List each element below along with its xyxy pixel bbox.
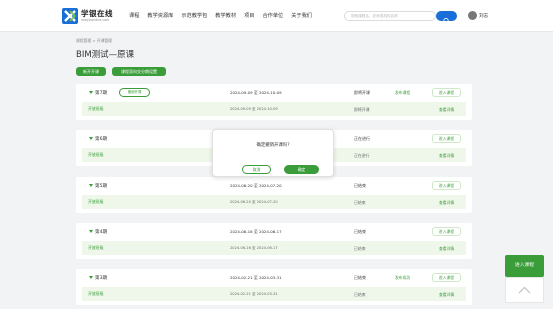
term-status: 已结束 [354, 229, 366, 234]
class-row: 开放班级 2024-06-20 至 2024-07-20 已结束 查看详情 [82, 195, 466, 209]
class-status: 即将开课 [354, 107, 370, 112]
new-term-button[interactable]: 新开开课 [76, 67, 106, 76]
term-dates: 2024-02-21 至 2024-03-31 [230, 275, 282, 280]
view-details-link[interactable]: 查看详情 [439, 246, 454, 252]
class-dates: 2024-06-20 至 2024-07-20 [230, 200, 278, 204]
chevron-down-icon[interactable] [89, 91, 93, 94]
nav-item-demo-packages[interactable]: 示范教学包 [181, 12, 207, 19]
term-dates: 2024-06-16 至 2024-06-17 [230, 229, 282, 234]
class-status: 正在进行 [354, 153, 370, 158]
top-header: 学银在线 xueyinonline.com 课程 教学资源库 示范教学包 教学教… [0, 0, 553, 32]
term-card: 第4期 2024-06-16 至 2024-06-17 已结束 进入课程 开放班… [76, 223, 472, 259]
term-status: 已结束 [354, 275, 366, 280]
search-icon [443, 17, 450, 24]
nav-item-about[interactable]: 关于我们 [291, 12, 312, 19]
nav-item-courses[interactable]: 课程 [129, 12, 139, 19]
term-card: 第3期 2024-02-21 至 2024-03-31 已结束 发布成功 进入课… [76, 269, 472, 305]
class-status: 已结束 [354, 200, 366, 205]
class-name: 开放班级 [88, 199, 104, 204]
term-card: 第7期 撤销开课 2024-09-09 至 2024-10-09 即将开课 发布… [76, 84, 472, 120]
term-dates: 2024-06-20 至 2024-07-20 [230, 183, 282, 188]
class-status: 已结束 [354, 292, 366, 297]
confirm-button[interactable]: 确定 [284, 165, 319, 174]
chevron-down-icon[interactable] [89, 184, 93, 187]
chevron-down-icon[interactable] [89, 137, 93, 140]
chevron-down-icon[interactable] [89, 276, 93, 279]
class-row: 开放班级 2024-02-21 至 2024-03-31 已结束 查看详情 [82, 287, 466, 301]
search-button[interactable] [436, 11, 457, 24]
term-name: 第4期 [95, 230, 108, 235]
enter-course-button[interactable]: 进入课程 [432, 134, 461, 143]
class-status: 已结束 [354, 246, 366, 251]
batch-settings-button[interactable]: 课程双向交分期设置 [112, 67, 166, 76]
term-status: 即将开课 [354, 90, 370, 95]
enter-course-button[interactable]: 进入课程 [432, 88, 461, 97]
class-row: 开放班级 2024-09-09 至 2024-10-09 即将开课 查看详情 [82, 102, 466, 116]
term-header[interactable]: 第3期 2024-02-21 至 2024-03-31 已结束 发布成功 进入课… [76, 269, 472, 287]
search-input[interactable]: 搜索课程名、老师或机构名称 [344, 11, 436, 21]
nav-item-resources[interactable]: 教学资源库 [147, 12, 173, 19]
float-enter-course-button[interactable]: 进入课程 [505, 255, 544, 277]
term-dates: 2024-09-09 至 2024-10-09 [230, 90, 282, 95]
avatar[interactable] [468, 11, 477, 20]
enter-course-button[interactable]: 进入课程 [432, 227, 461, 236]
term-header[interactable]: 第7期 撤销开课 2024-09-09 至 2024-10-09 即将开课 发布… [76, 84, 472, 102]
chevron-up-icon [518, 286, 531, 294]
class-name: 开放班级 [88, 291, 104, 296]
view-details-link[interactable]: 查看详情 [439, 153, 454, 159]
class-name: 开放班级 [88, 245, 104, 250]
breadcrumb[interactable]: 课程管理 > 开课管理 [76, 38, 112, 44]
publish-course-link[interactable]: 发布课程 [395, 90, 410, 96]
enter-course-button[interactable]: 进入课程 [432, 273, 461, 282]
username[interactable]: 刘志 [479, 13, 488, 19]
cancel-button[interactable]: 取消 [242, 165, 271, 174]
class-row: 开放班级 2024-06-16 至 2024-06-17 已结束 查看详情 [82, 241, 466, 255]
term-name: 第3期 [95, 276, 108, 281]
nav-item-projects[interactable]: 项目 [244, 12, 254, 19]
revoke-term-button[interactable]: 撤销开课 [119, 88, 150, 97]
class-dates: 2024-06-16 至 2024-06-17 [230, 246, 278, 250]
term-status: 正在进行 [354, 136, 370, 141]
logo-icon[interactable] [62, 8, 78, 24]
view-details-link[interactable]: 查看详情 [439, 107, 454, 113]
main-nav: 课程 教学资源库 示范教学包 教学教材 项目 合作单位 关于我们 [129, 12, 312, 19]
term-status: 已结束 [354, 183, 366, 188]
nav-item-textbooks[interactable]: 教学教材 [215, 12, 236, 19]
term-name: 第7期 [95, 91, 108, 96]
class-dates: 2024-09-09 至 2024-10-09 [230, 107, 278, 111]
dialog-message: 确定撤销开课吗? [256, 143, 290, 148]
logo-subtitle: xueyinonline.com [81, 18, 110, 22]
back-to-top-button[interactable] [505, 277, 544, 303]
chevron-down-icon[interactable] [89, 230, 93, 233]
page-title: BIM测试—原课 [76, 50, 135, 60]
view-details-link[interactable]: 查看详情 [439, 292, 454, 298]
term-header[interactable]: 第4期 2024-06-16 至 2024-06-17 已结束 进入课程 [76, 223, 472, 241]
term-name: 第6期 [95, 137, 108, 142]
publish-status-link[interactable]: 发布成功 [395, 275, 410, 281]
view-details-link[interactable]: 查看详情 [439, 200, 454, 206]
term-card: 第5期 2024-06-20 至 2024-07-20 已结束 进入课程 开放班… [76, 177, 472, 213]
class-name: 开放班级 [88, 152, 104, 157]
class-name: 开放班级 [88, 106, 104, 111]
enter-course-button[interactable]: 进入课程 [432, 181, 461, 190]
term-name: 第5期 [95, 184, 108, 189]
term-header[interactable]: 第5期 2024-06-20 至 2024-07-20 已结束 进入课程 [76, 177, 472, 195]
nav-item-partners[interactable]: 合作单位 [262, 12, 283, 19]
confirm-dialog: 确定撤销开课吗? 取消 确定 [212, 129, 334, 177]
class-dates: 2024-02-21 至 2024-03-31 [230, 292, 278, 296]
